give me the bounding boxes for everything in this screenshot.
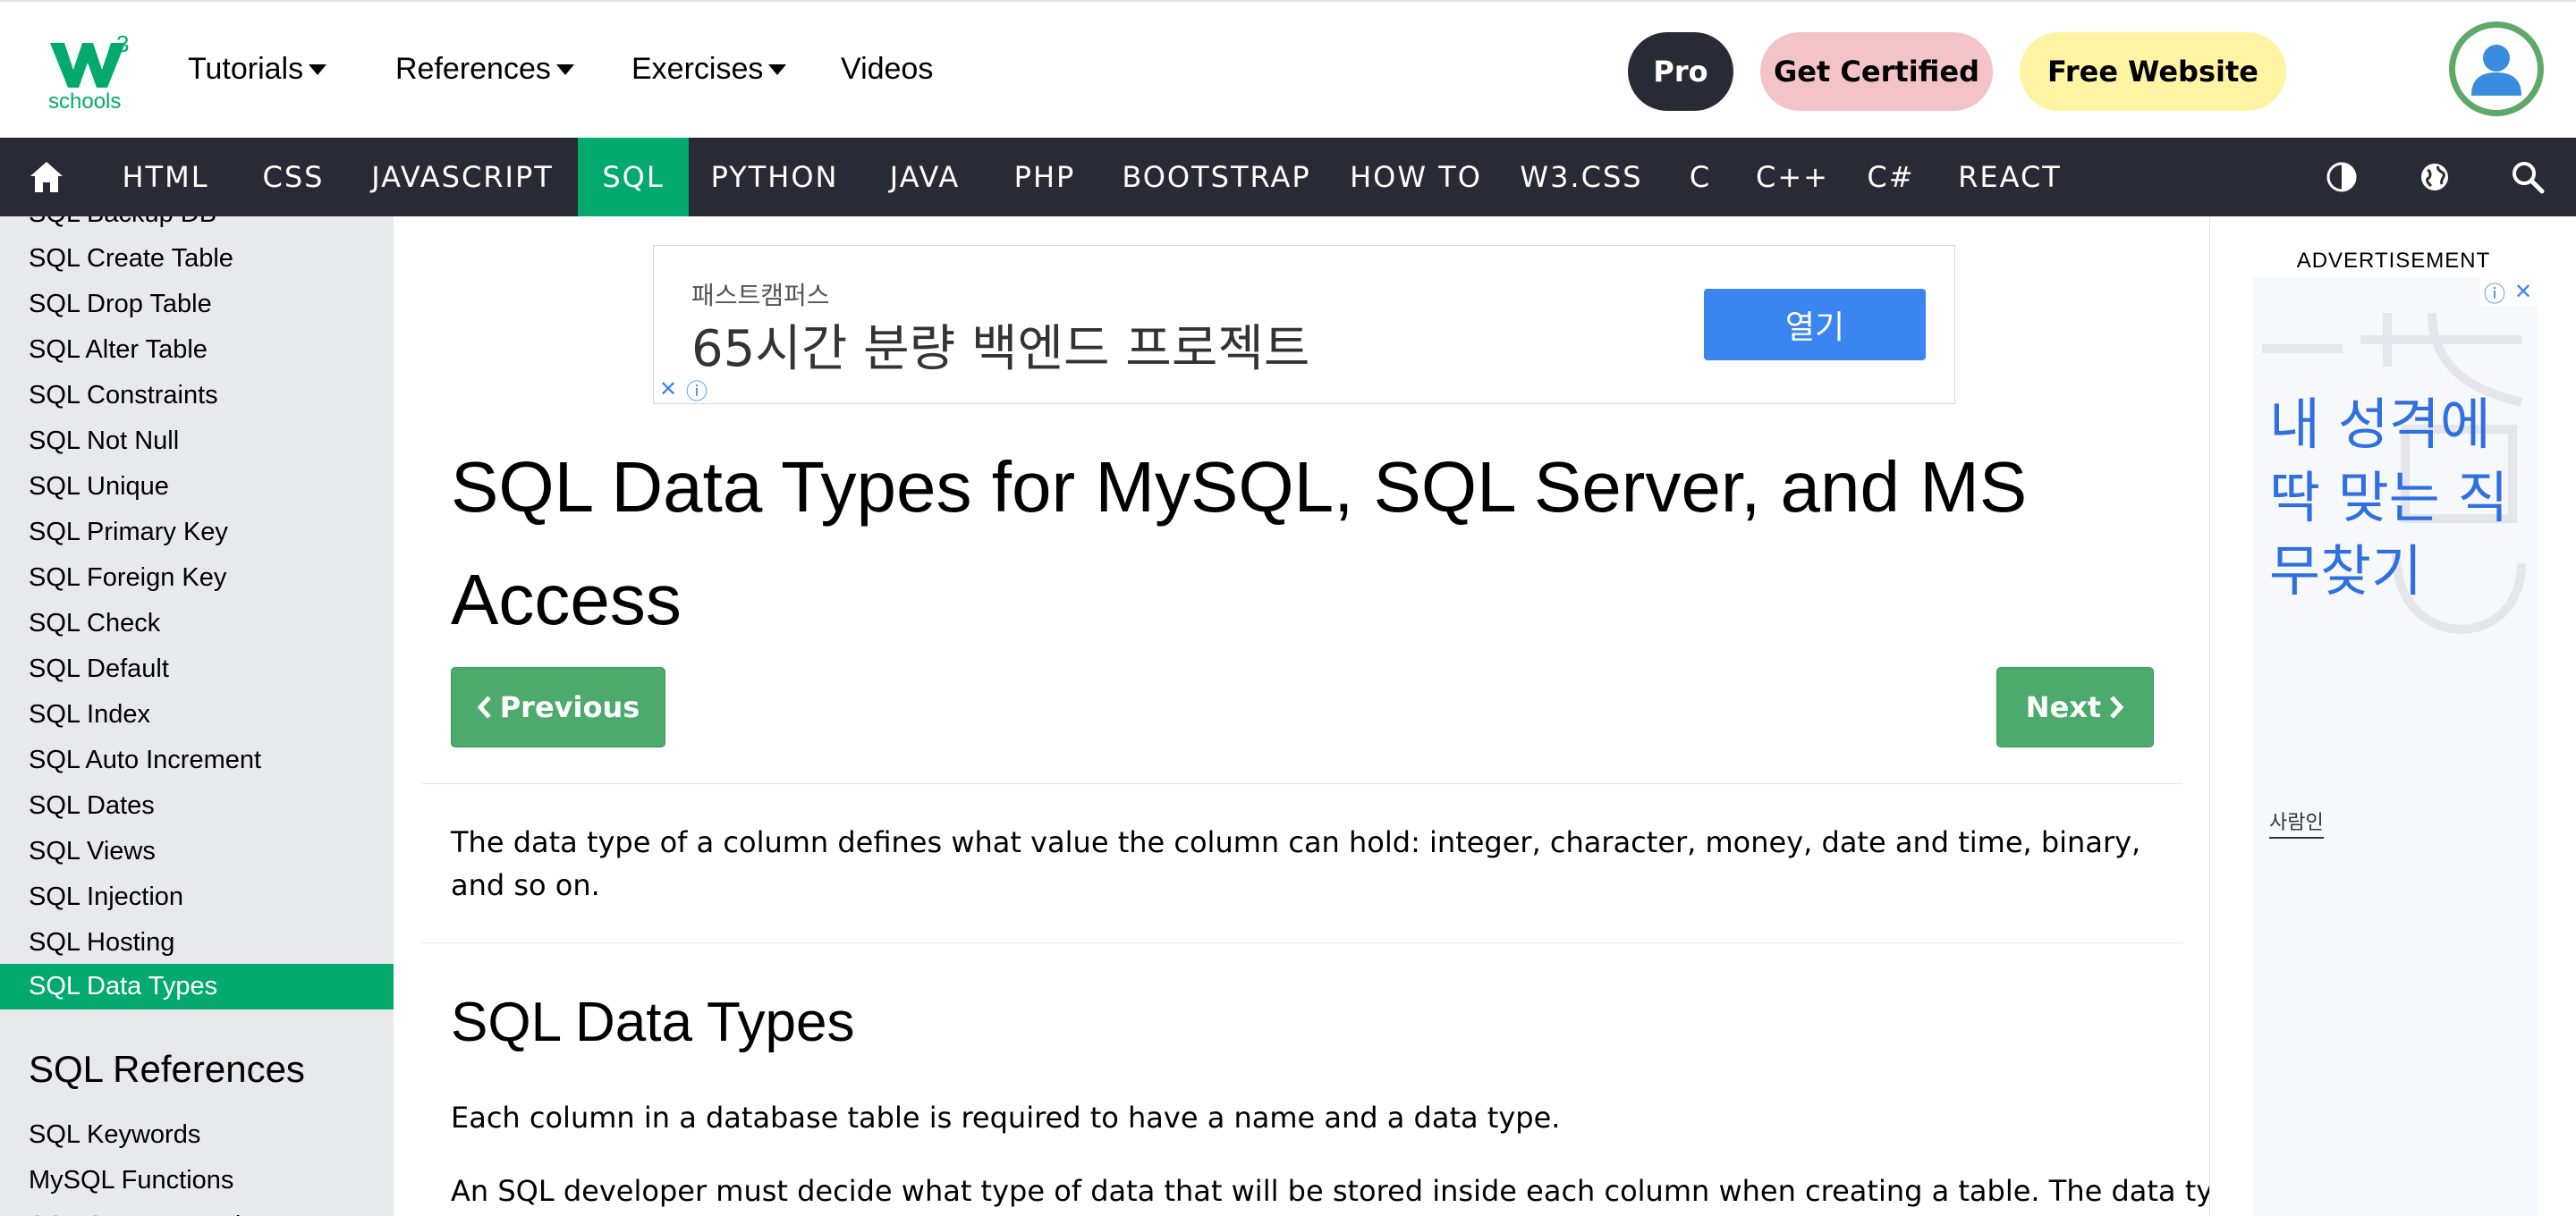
caret-down-icon [309,63,327,75]
chevron-left-icon [477,696,491,719]
main-content: 패스트캠퍼스 65시간 분량 백엔드 프로젝트 열기 ✕ ⓘ SQL Data … [394,216,2250,1216]
sidebar-item-data-types[interactable]: SQL Data Types [0,964,394,1009]
subnav-csharp[interactable]: C# [1859,138,1923,216]
nav-tutorials-label: Tutorials [188,52,304,86]
w3schools-logo[interactable]: 3 schools [48,30,138,114]
caret-down-icon [768,63,787,75]
home-button[interactable] [18,138,75,216]
theme-toggle-button[interactable] [2320,138,2363,216]
previous-button[interactable]: Previous [451,667,665,747]
sidebar-item-unique[interactable]: SQL Unique [0,464,394,510]
chevron-right-icon [2110,696,2124,719]
close-icon[interactable]: ✕ [654,375,682,403]
sidebar-item-drop-table[interactable]: SQL Drop Table [0,282,394,327]
search-icon [2512,162,2545,194]
ad-brand-text: 패스트캠퍼스 [691,281,830,310]
subnav-java[interactable]: JAVA [877,138,973,216]
home-icon [30,162,63,192]
nav-videos[interactable]: Videos [841,52,933,87]
ad-open-button[interactable]: 열기 [1704,289,1926,360]
sidebar-item-not-null[interactable]: SQL Not Null [0,418,394,464]
nav-videos-label: Videos [841,52,934,86]
subnav-python[interactable]: PYTHON [703,138,846,216]
logo-superscript: 3 [116,30,130,57]
sidebar-item-default[interactable]: SQL Default [0,646,394,692]
info-icon[interactable]: ⓘ [682,375,711,404]
sidebar: SQL Backup DB SQL Create Table SQL Drop … [0,216,394,1216]
sidebar-item-index[interactable]: SQL Index [0,692,394,738]
side-ad-brand: 사람인 [2269,806,2324,839]
free-website-button[interactable]: Free Website [2020,32,2286,111]
sidebar-item-sql-keywords[interactable]: SQL Keywords [0,1112,394,1158]
ad-controls: ✕ ⓘ [654,375,711,404]
sidebar-item-primary-key[interactable]: SQL Primary Key [0,510,394,555]
previous-label: Previous [499,690,640,724]
sidebar-item-foreign-key[interactable]: SQL Foreign Key [0,555,394,601]
caret-down-icon [555,63,574,75]
subnav-javascript[interactable]: JAVASCRIPT [365,138,560,216]
close-icon[interactable]: ✕ [2509,277,2538,306]
subnav-w3css[interactable]: W3.CSS [1515,138,1648,216]
user-icon [2471,45,2521,96]
sidebar-item-alter-table[interactable]: SQL Alter Table [0,327,394,373]
subnav-bootstrap[interactable]: BOOTSTRAP [1116,138,1317,216]
next-button[interactable]: Next [1996,667,2154,747]
intro-paragraph: The data type of a column defines what v… [451,825,2141,902]
sidebar-item-auto-increment[interactable]: SQL Auto Increment [0,738,394,783]
page-title: SQL Data Types for MySQL, SQL Server, an… [451,447,2028,639]
sidebar-item-create-table[interactable]: SQL Create Table [0,236,394,282]
sidebar-item-mysql-functions[interactable]: MySQL Functions [0,1158,394,1203]
subnav-c[interactable]: C [1676,138,1724,216]
divider [422,783,2182,784]
contrast-icon [2326,162,2357,192]
section-title: SQL Data Types [451,992,855,1053]
side-advertisement[interactable]: ⓘ ✕ 내 성격에 딱 맞는 직무찾기 사람인 [2253,277,2538,1216]
subject-nav: HTML CSS JAVASCRIPT SQL PYTHON JAVA PHP … [0,138,2576,216]
nav-exercises[interactable]: Exercises [631,52,787,87]
subnav-sql[interactable]: SQL [578,138,689,216]
translate-button[interactable] [2413,138,2456,216]
sidebar-heading-references: SQL References [29,1048,305,1090]
subnav-howto[interactable]: HOW TO [1345,138,1487,216]
info-icon[interactable]: ⓘ [2480,277,2509,307]
paragraph: An SQL developer must decide what type o… [451,1174,2250,1208]
divider [422,942,2182,943]
subnav-react[interactable]: REACT [1950,138,2070,216]
nav-tutorials[interactable]: Tutorials [188,52,327,87]
subnav-cpp[interactable]: C++ [1751,138,1834,216]
right-ad-column: ADVERTISEMENT ⓘ ✕ 내 성격에 딱 맞는 직무찾기 사람인 [2209,216,2576,1216]
logo-wordmark: schools [48,89,122,114]
sidebar-item-views[interactable]: SQL Views [0,829,394,874]
sidebar-item-constraints[interactable]: SQL Constraints [0,373,394,418]
sidebar-item-partial[interactable]: SQL Backup DB [0,216,394,237]
subnav-html[interactable]: HTML [111,138,220,216]
nav-references[interactable]: References [395,52,574,87]
side-ad-controls: ⓘ ✕ [2480,277,2538,307]
top-advertisement[interactable]: 패스트캠퍼스 65시간 분량 백엔드 프로젝트 열기 ✕ ⓘ [653,245,1955,404]
side-ad-headline: 내 성격에 딱 맞는 직무찾기 [2269,392,2509,604]
paragraph: Each column in a database table is requi… [451,1101,1561,1135]
search-button[interactable] [2506,138,2549,216]
subnav-php[interactable]: PHP [1002,138,1088,216]
pro-button[interactable]: Pro [1628,32,1733,111]
nav-references-label: References [395,52,551,86]
top-header: 3 schools Tutorials References Exercises… [0,0,2576,138]
subnav-css[interactable]: CSS [250,138,336,216]
sidebar-item-sqlserver-functions[interactable]: SQL Server Functions [0,1203,394,1216]
next-label: Next [2025,690,2102,724]
ad-headline: 65시간 분량 백엔드 프로젝트 [691,320,1310,378]
sidebar-item-hosting[interactable]: SQL Hosting [0,920,394,966]
sidebar-item-injection[interactable]: SQL Injection [0,874,394,920]
nav-exercises-label: Exercises [631,52,764,86]
globe-icon [2421,164,2448,190]
advertisement-label: ADVERTISEMENT [2296,249,2491,273]
sidebar-item-check[interactable]: SQL Check [0,601,394,646]
user-avatar-button[interactable] [2449,21,2544,116]
get-certified-button[interactable]: Get Certified [1760,32,1993,111]
sidebar-item-dates[interactable]: SQL Dates [0,783,394,829]
